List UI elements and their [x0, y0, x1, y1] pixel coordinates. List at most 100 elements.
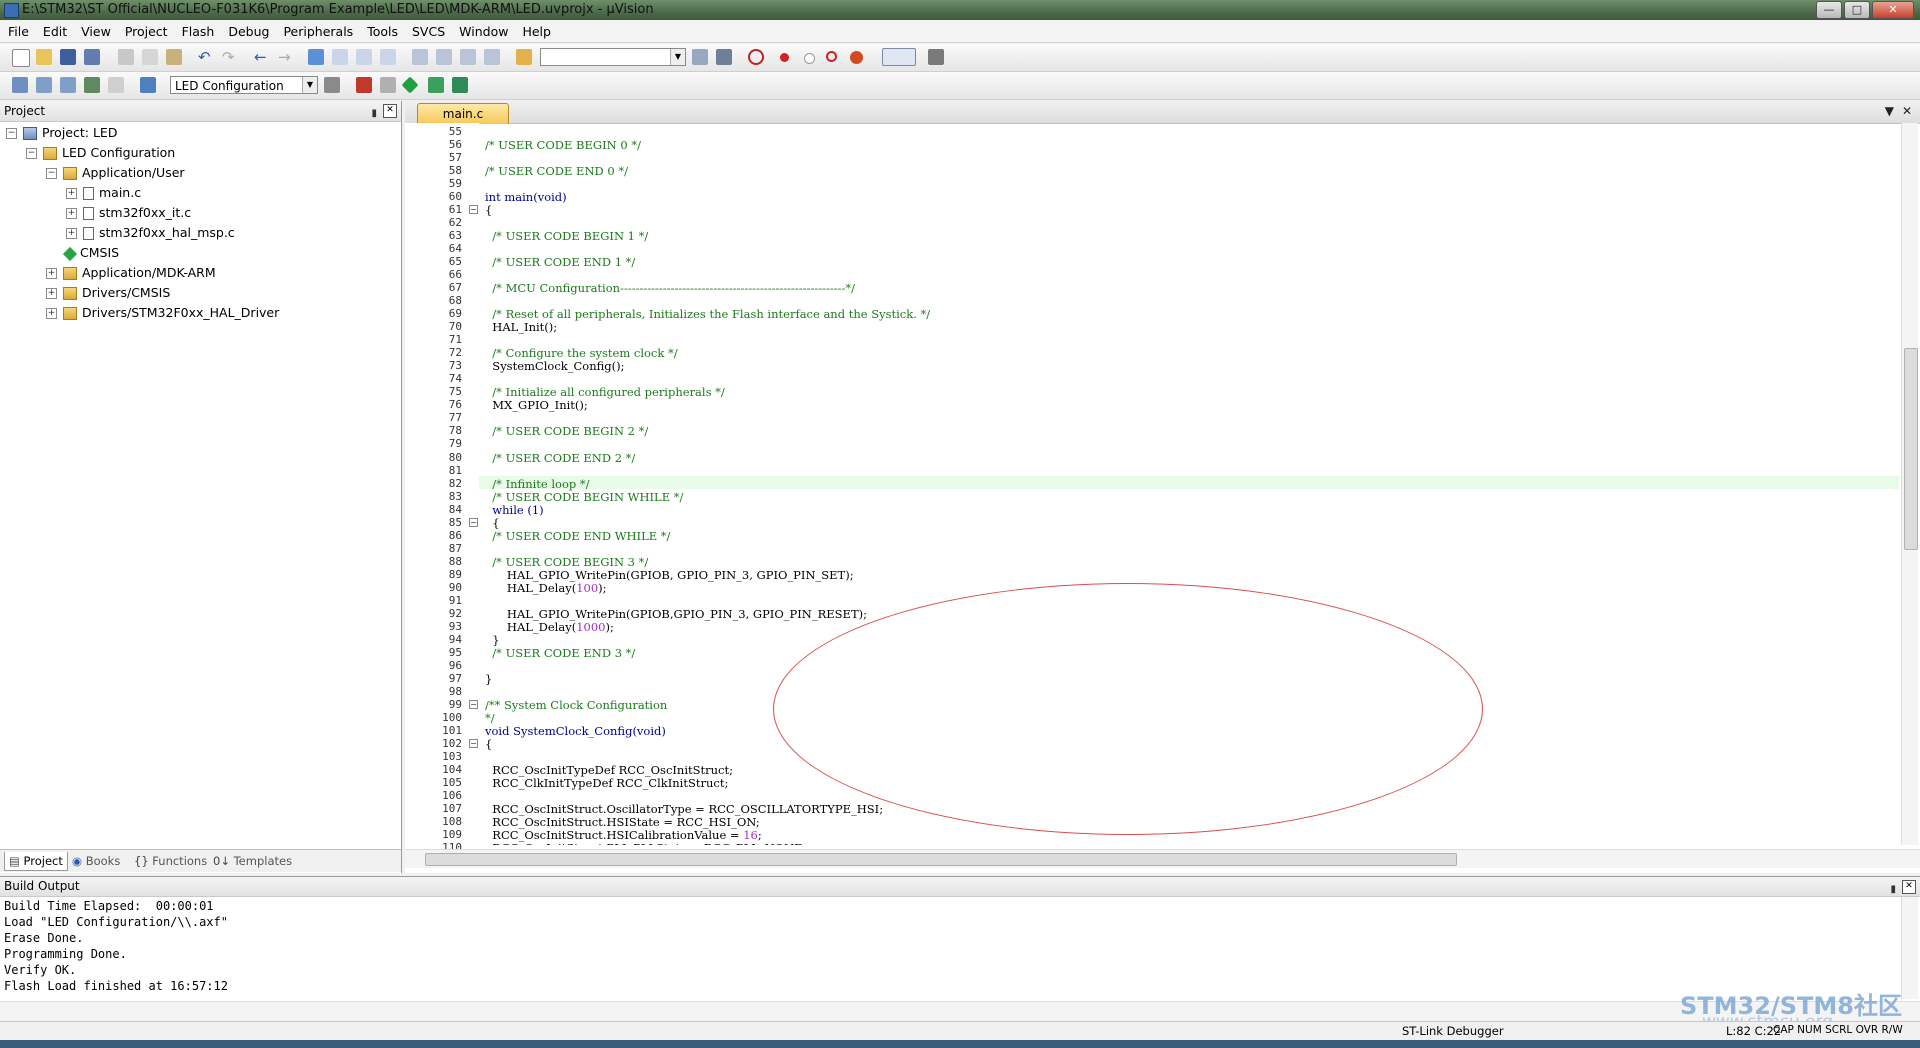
fold-toggle-icon[interactable]: − — [469, 205, 478, 215]
tree-item[interactable]: + Drivers/STM32F0xx_HAL_Driver — [46, 304, 279, 322]
manage-rte-icon[interactable] — [401, 76, 419, 94]
nav-forward-icon[interactable]: → — [278, 49, 294, 65]
build-output-vertical-scrollbar[interactable] — [1901, 897, 1918, 999]
target-options-icon[interactable] — [324, 77, 340, 93]
cut-icon[interactable] — [118, 49, 134, 65]
redo-icon[interactable]: ↷ — [222, 49, 238, 65]
vertical-scroll-thumb[interactable] — [1904, 348, 1918, 550]
build-output-horizontal-scrollbar[interactable] — [0, 1001, 1920, 1020]
expand-icon[interactable]: + — [46, 308, 57, 319]
expand-icon[interactable]: + — [46, 268, 57, 279]
batch-build-icon[interactable] — [84, 77, 100, 93]
manage-project-items-icon[interactable] — [356, 77, 372, 93]
collapse-icon[interactable]: − — [46, 168, 57, 179]
clear-bookmarks-icon[interactable] — [380, 49, 396, 65]
prev-bookmark-icon[interactable] — [332, 49, 348, 65]
menu-peripherals[interactable]: Peripherals — [275, 21, 359, 39]
close-panel-icon[interactable]: ✕ — [383, 104, 397, 118]
indent-icon[interactable] — [412, 49, 428, 65]
menu-project[interactable]: Project — [117, 21, 174, 39]
tree-item[interactable]: − Project: LED — [6, 124, 117, 142]
tree-item[interactable]: − Application/User — [46, 164, 185, 182]
open-file-icon[interactable] — [36, 49, 52, 65]
incremental-find-icon[interactable] — [716, 49, 732, 65]
expand-icon[interactable]: + — [66, 188, 77, 199]
enable-breakpoint-icon[interactable] — [804, 53, 815, 64]
translate-icon[interactable] — [12, 77, 28, 93]
save-all-icon[interactable] — [84, 49, 100, 65]
window-layout-icon[interactable] — [882, 48, 916, 66]
menu-svcs[interactable]: SVCS — [404, 21, 451, 39]
menu-window[interactable]: Window — [451, 21, 514, 39]
editor-horizontal-scrollbar[interactable] — [405, 849, 1920, 868]
nav-back-icon[interactable]: ← — [254, 49, 270, 65]
tree-item[interactable]: CMSIS — [46, 244, 119, 262]
find-icon[interactable] — [692, 49, 708, 65]
menu-flash[interactable]: Flash — [174, 21, 221, 39]
menu-view[interactable]: View — [73, 21, 117, 39]
debug-session-icon[interactable] — [748, 49, 764, 65]
pin-icon[interactable]: ▮ — [1890, 880, 1896, 899]
tab-books[interactable]: ◉ Books — [68, 852, 124, 870]
menu-edit[interactable]: Edit — [35, 21, 73, 39]
tab-main-c[interactable]: main.c — [417, 103, 509, 124]
copy-icon[interactable] — [142, 49, 158, 65]
chevron-down-icon[interactable]: ▼ — [302, 77, 317, 93]
close-tab-icon[interactable]: ✕ — [1902, 104, 1912, 118]
expand-icon[interactable]: + — [46, 288, 57, 299]
editor-vertical-scrollbar[interactable] — [1901, 123, 1918, 845]
rebuild-icon[interactable] — [60, 77, 76, 93]
menu-help[interactable]: Help — [514, 21, 557, 39]
save-icon[interactable] — [60, 49, 76, 65]
kill-breakpoints-icon[interactable] — [850, 51, 863, 64]
menu-debug[interactable]: Debug — [220, 21, 275, 39]
tree-item[interactable]: + stm32f0xx_it.c — [66, 204, 191, 222]
fold-toggle-icon[interactable]: − — [469, 738, 478, 748]
horizontal-scroll-thumb[interactable] — [425, 853, 1457, 866]
find-in-files-icon[interactable] — [516, 49, 532, 65]
select-packs-icon[interactable] — [380, 77, 396, 93]
uncomment-icon[interactable] — [484, 49, 500, 65]
collapse-icon[interactable]: − — [26, 148, 37, 159]
minimize-button[interactable]: — — [1816, 1, 1842, 19]
tree-item[interactable]: + stm32f0xx_hal_msp.c — [66, 224, 235, 242]
insert-breakpoint-icon[interactable] — [780, 53, 789, 62]
configure-tools-icon[interactable] — [928, 49, 944, 65]
disable-breakpoints-icon[interactable] — [826, 51, 837, 62]
download-icon[interactable] — [140, 77, 156, 93]
maximize-button[interactable]: □ — [1844, 1, 1870, 19]
find-combo[interactable]: ▼ — [540, 48, 686, 66]
tab-project[interactable]: ▤ Project — [4, 852, 68, 871]
menu-file[interactable]: File — [0, 21, 35, 39]
chevron-down-icon[interactable]: ▼ — [670, 49, 685, 65]
pin-icon[interactable]: ▮ — [371, 104, 377, 124]
close-window-button[interactable]: ✕ — [1872, 1, 1914, 19]
undo-icon[interactable]: ↶ — [198, 49, 214, 65]
fold-toggle-icon[interactable]: − — [469, 517, 478, 527]
code-area[interactable]: /* USER CODE BEGIN 0 */ /* USER CODE END … — [479, 123, 1899, 845]
new-file-icon[interactable] — [12, 49, 30, 67]
paste-icon[interactable] — [166, 49, 182, 65]
expand-icon[interactable]: + — [66, 208, 77, 219]
expand-icon[interactable]: + — [66, 228, 77, 239]
tree-item[interactable]: − LED Configuration — [26, 144, 175, 162]
next-bookmark-icon[interactable] — [356, 49, 372, 65]
fold-toggle-icon[interactable]: − — [469, 699, 478, 709]
close-panel-icon[interactable]: ✕ — [1902, 880, 1916, 894]
bookmark-icon[interactable] — [308, 49, 324, 65]
target-select[interactable]: LED Configuration ▼ — [170, 76, 318, 94]
tab-functions[interactable]: {} Functions — [130, 852, 211, 870]
build-icon[interactable] — [36, 77, 52, 93]
comment-icon[interactable] — [460, 49, 476, 65]
tree-item[interactable]: + Drivers/CMSIS — [46, 284, 170, 302]
tree-item[interactable]: + Application/MDK-ARM — [46, 264, 216, 282]
pack-installer-icon[interactable] — [428, 77, 444, 93]
tree-item[interactable]: + main.c — [66, 184, 141, 202]
tab-list-chevron-icon[interactable]: ▼ — [1885, 104, 1894, 118]
software-packs-icon[interactable] — [452, 77, 468, 93]
tab-templates[interactable]: 0↓ Templates — [209, 852, 296, 870]
collapse-icon[interactable]: − — [6, 128, 17, 139]
menu-tools[interactable]: Tools — [359, 21, 404, 39]
stop-build-icon[interactable] — [108, 77, 124, 93]
unindent-icon[interactable] — [436, 49, 452, 65]
